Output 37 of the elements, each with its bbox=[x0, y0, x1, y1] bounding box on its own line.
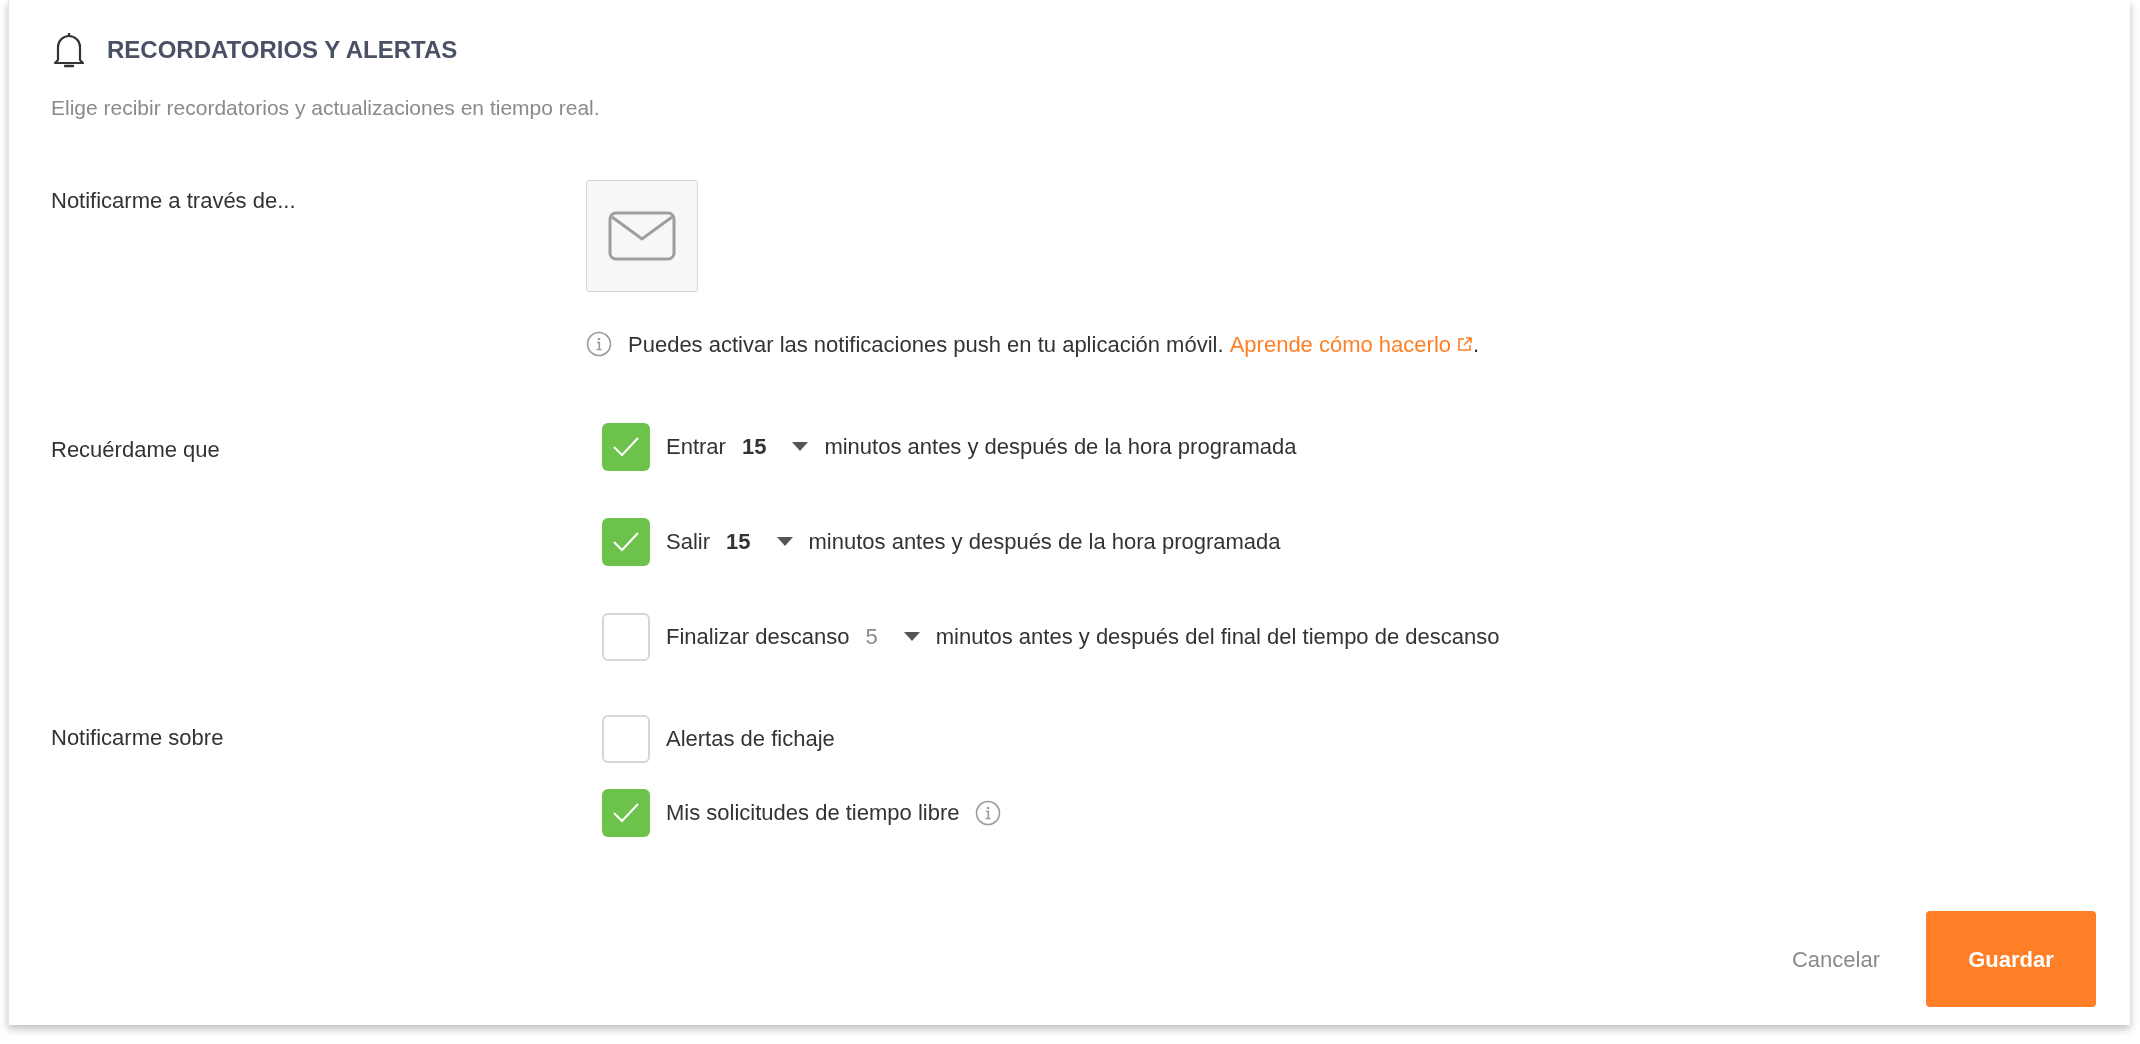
field-label: Notificarme a través de... bbox=[51, 186, 297, 215]
caret-icon bbox=[903, 631, 920, 642]
checkbox[interactable] bbox=[602, 714, 650, 763]
minutes-dropdown[interactable]: 5 bbox=[865, 620, 920, 653]
info-icon bbox=[586, 331, 612, 357]
minutes-dropdown[interactable]: 15 bbox=[726, 525, 793, 558]
notification-label: Mis solicitudes de tiempo libre bbox=[666, 799, 960, 827]
checkmark-icon bbox=[612, 530, 640, 553]
external-link-icon bbox=[1457, 336, 1474, 352]
info-icon bbox=[975, 799, 1002, 826]
reminder-description: minutos antes y después de la hora programada bbox=[808, 528, 1281, 556]
reminder-label: Finalizar descanso bbox=[666, 623, 850, 651]
reminder-description: minutos antes y después de la hora programada bbox=[824, 433, 1297, 461]
reminder-label: Entrar bbox=[666, 433, 726, 461]
cancel-button[interactable]: Cancelar bbox=[1791, 942, 1880, 976]
caret-icon bbox=[776, 536, 793, 547]
reminder-description: minutos antes y después del final del tiempo de descanso bbox=[935, 623, 1500, 651]
checkbox[interactable] bbox=[602, 612, 650, 661]
checkmark-icon bbox=[612, 435, 640, 458]
checkbox[interactable] bbox=[602, 422, 650, 471]
learn-how-link[interactable]: Aprende cómo hacerlo bbox=[1229, 327, 1474, 361]
bell-icon bbox=[51, 30, 87, 70]
section-subtitle: Elige recibir recordatorios y actualizaciones en tiempo real. bbox=[51, 95, 601, 121]
email-option[interactable] bbox=[586, 179, 698, 292]
checkmark-icon bbox=[612, 801, 640, 824]
push-info-text: Puedes activar las notificaciones push en tu aplicación móvil. Aprende cómo hacerlo . bbox=[628, 327, 1480, 361]
minutes-dropdown[interactable]: 15 bbox=[741, 430, 809, 463]
field-label: Recuérdame que bbox=[51, 435, 221, 464]
notification-label: Alertas de fichaje bbox=[666, 725, 835, 753]
save-button[interactable]: Guardar bbox=[1926, 911, 2096, 1007]
reminder-label: Salir bbox=[666, 528, 710, 556]
caret-icon bbox=[792, 441, 809, 452]
field-label: Notificarme sobre bbox=[51, 723, 225, 752]
envelope-icon bbox=[608, 210, 676, 261]
section-title: RECORDATORIOS Y ALERTAS bbox=[107, 35, 458, 65]
checkbox[interactable] bbox=[602, 788, 650, 837]
checkbox[interactable] bbox=[602, 517, 650, 566]
